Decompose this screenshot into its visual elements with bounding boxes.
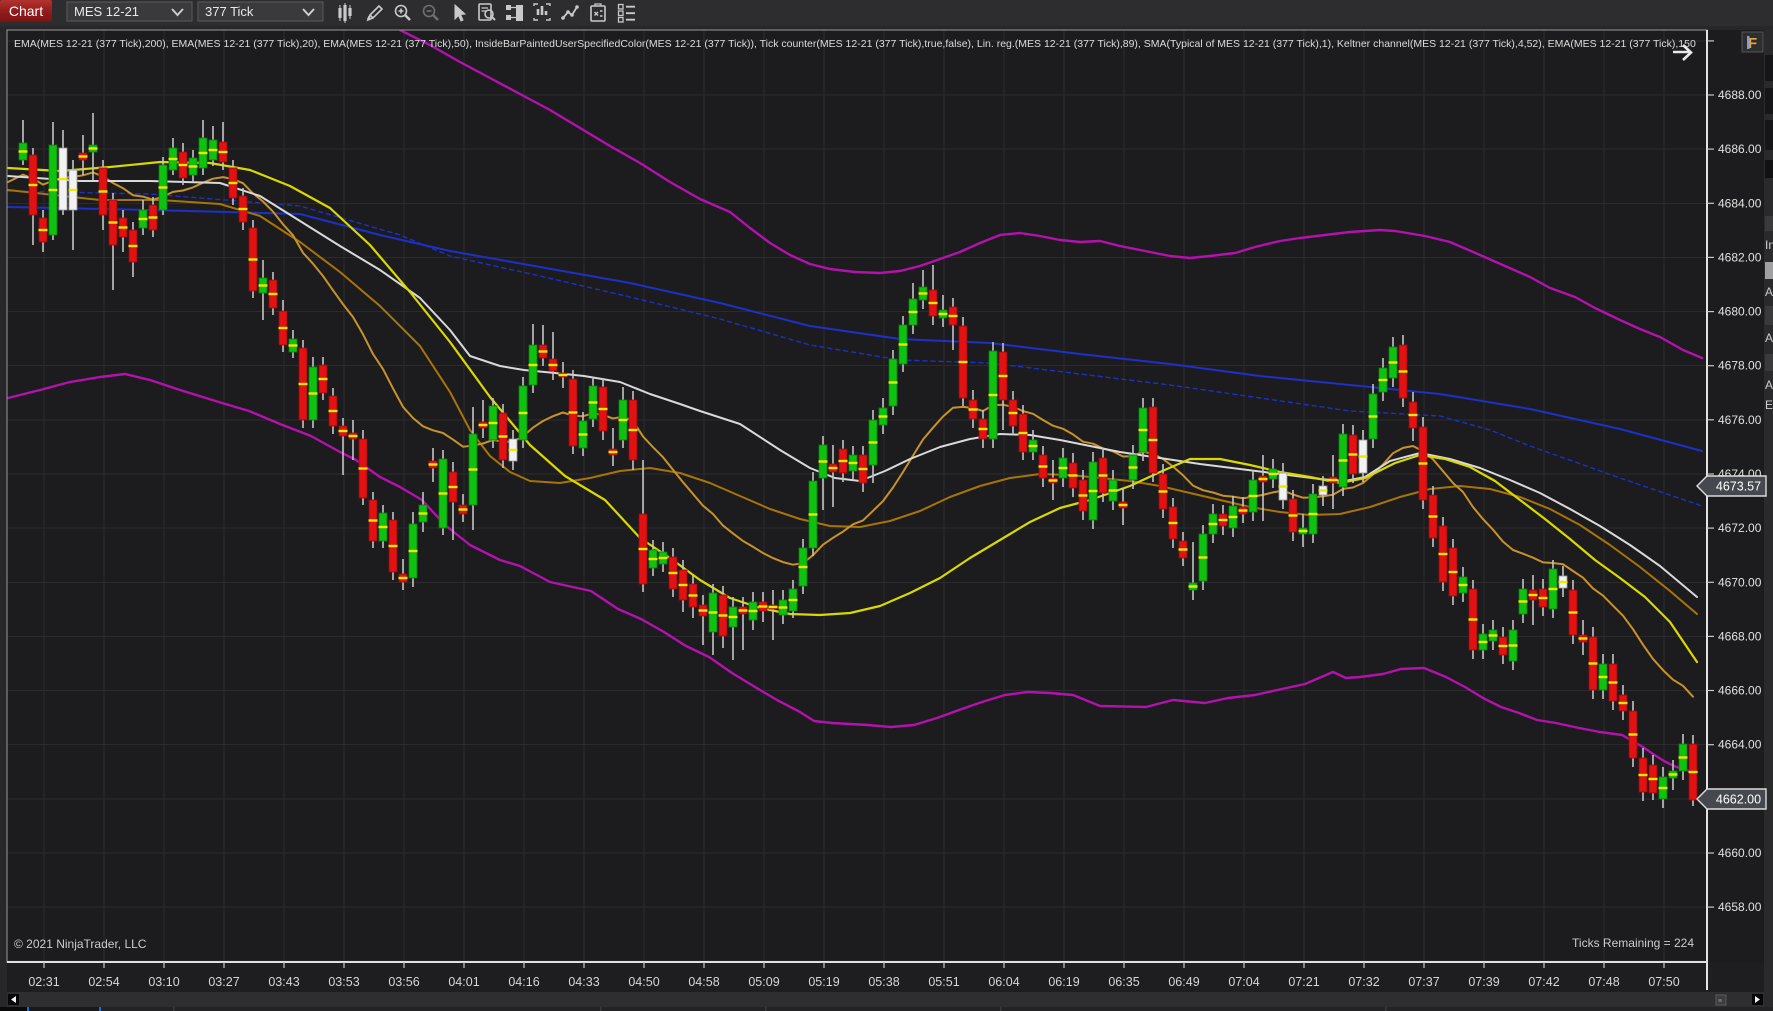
svg-text:Chart: Chart <box>9 3 43 19</box>
svg-text:Ticks Remaining = 224: Ticks Remaining = 224 <box>1572 936 1694 950</box>
svg-text:4670.00: 4670.00 <box>1718 575 1762 589</box>
svg-text:A: A <box>1765 285 1773 299</box>
svg-text:07:50: 07:50 <box>1648 975 1679 989</box>
svg-text:04:50: 04:50 <box>628 975 659 989</box>
svg-text:03:10: 03:10 <box>148 975 179 989</box>
svg-text:07:42: 07:42 <box>1528 975 1559 989</box>
svg-text:03:27: 03:27 <box>208 975 239 989</box>
svg-text:4660.00: 4660.00 <box>1718 846 1762 860</box>
svg-text:02:31: 02:31 <box>28 975 59 989</box>
svg-text:4680.00: 4680.00 <box>1718 305 1762 319</box>
svg-text:06:19: 06:19 <box>1048 975 1079 989</box>
svg-text:06:04: 06:04 <box>988 975 1019 989</box>
svg-text:377 Tick: 377 Tick <box>205 4 254 19</box>
svg-text:4678.00: 4678.00 <box>1718 359 1762 373</box>
svg-text:05:38: 05:38 <box>868 975 899 989</box>
svg-text:07:37: 07:37 <box>1408 975 1439 989</box>
svg-text:04:16: 04:16 <box>508 975 539 989</box>
svg-text:06:49: 06:49 <box>1168 975 1199 989</box>
svg-text:07:32: 07:32 <box>1348 975 1379 989</box>
svg-text:07:48: 07:48 <box>1588 975 1619 989</box>
svg-text:4666.00: 4666.00 <box>1718 684 1762 698</box>
svg-text:03:56: 03:56 <box>388 975 419 989</box>
svg-text:4688.00: 4688.00 <box>1718 88 1762 102</box>
svg-text:05:19: 05:19 <box>808 975 839 989</box>
svg-text:4684.00: 4684.00 <box>1718 196 1762 210</box>
svg-text:07:39: 07:39 <box>1468 975 1499 989</box>
svg-text:In: In <box>1765 238 1773 252</box>
svg-text:E: E <box>1765 398 1773 412</box>
svg-text:A: A <box>1765 331 1773 345</box>
svg-text:EMA(MES 12-21 (377 Tick),200),: EMA(MES 12-21 (377 Tick),200), EMA(MES 1… <box>14 38 1696 50</box>
svg-text:04:01: 04:01 <box>448 975 479 989</box>
svg-text:03:53: 03:53 <box>328 975 359 989</box>
svg-text:03:43: 03:43 <box>268 975 299 989</box>
svg-text:4664.00: 4664.00 <box>1718 738 1762 752</box>
svg-text:07:21: 07:21 <box>1288 975 1319 989</box>
svg-text:4658.00: 4658.00 <box>1718 900 1762 914</box>
svg-text:© 2021 NinjaTrader, LLC: © 2021 NinjaTrader, LLC <box>14 937 147 951</box>
svg-text:≡: ≡ <box>1718 998 1722 1005</box>
svg-text:4668.00: 4668.00 <box>1718 629 1762 643</box>
svg-text:07:04: 07:04 <box>1228 975 1259 989</box>
svg-text:06:35: 06:35 <box>1108 975 1139 989</box>
svg-text:05:51: 05:51 <box>928 975 959 989</box>
svg-text:4676.00: 4676.00 <box>1718 413 1762 427</box>
svg-text:05:09: 05:09 <box>748 975 779 989</box>
svg-text:4673.57: 4673.57 <box>1716 480 1761 494</box>
svg-text:04:58: 04:58 <box>688 975 719 989</box>
svg-text:04:33: 04:33 <box>568 975 599 989</box>
svg-text:MES 12-21: MES 12-21 <box>74 4 139 19</box>
svg-text:4686.00: 4686.00 <box>1718 142 1762 156</box>
svg-text:02:54: 02:54 <box>88 975 119 989</box>
svg-text:A: A <box>1765 378 1773 392</box>
svg-text:4682.00: 4682.00 <box>1718 250 1762 264</box>
svg-text:4672.00: 4672.00 <box>1718 521 1762 535</box>
svg-text:4662.00: 4662.00 <box>1716 793 1761 807</box>
